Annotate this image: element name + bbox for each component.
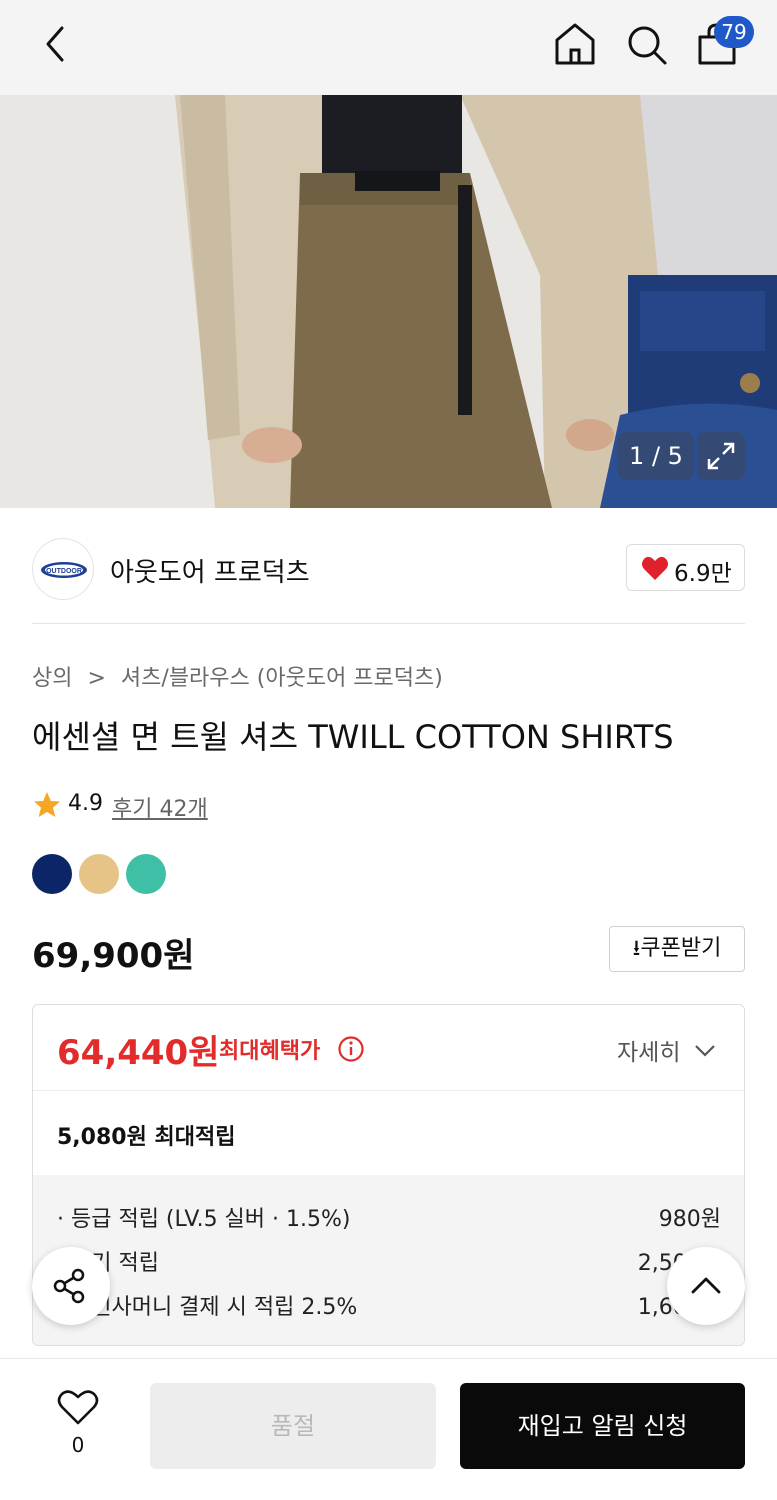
breadcrumb-separator: > — [87, 666, 106, 691]
chevron-up-icon — [691, 1277, 721, 1294]
rating-score: 4.9 — [68, 791, 103, 816]
points-row: · 등급 적립 (LV.5 실버 · 1.5%) 980원 — [57, 1201, 721, 1233]
benefit-header[interactable]: 64,440원 최대혜택가 자세히 — [33, 1005, 744, 1091]
top-app-bar: 79 — [0, 0, 777, 95]
brand-like-button[interactable]: 6.9만 — [626, 544, 745, 591]
heart-icon — [642, 556, 668, 580]
brand-row: OUTDOOR 아웃도어 프로덕츠 6.9만 — [0, 508, 777, 624]
coupon-button[interactable]: ⭳쿠폰받기 — [609, 926, 745, 972]
search-icon — [628, 26, 667, 65]
share-icon — [53, 1268, 85, 1304]
wishlist-button[interactable]: 0 — [50, 1385, 106, 1461]
cart-count-badge: 79 — [714, 16, 754, 48]
soldout-button[interactable]: 품절 — [150, 1383, 436, 1469]
breadcrumb-category[interactable]: 상의 — [32, 666, 72, 691]
color-swatch-beige[interactable] — [79, 854, 119, 894]
points-row-label: · 등급 적립 (LV.5 실버 · 1.5%) — [57, 1207, 351, 1232]
breadcrumb: 상의 > 셔츠/블라우스 (아웃도어 프로덕츠) — [32, 660, 443, 692]
brand-logo-text: OUTDOOR — [46, 568, 82, 575]
heart-outline-icon — [57, 1390, 99, 1425]
max-benefit-label: 최대혜택가 — [219, 1039, 321, 1064]
info-icon[interactable] — [337, 1035, 365, 1063]
star-icon — [34, 792, 60, 817]
color-swatch-mint[interactable] — [126, 854, 166, 894]
review-link[interactable]: 후기 42개 — [112, 791, 208, 823]
search-button[interactable] — [624, 20, 670, 68]
brand-name[interactable]: 아웃도어 프로덕츠 — [110, 552, 310, 589]
product-price: 69,900원 — [32, 936, 195, 976]
scroll-top-button[interactable] — [667, 1247, 745, 1325]
expand-icon — [707, 442, 735, 470]
brand-logo[interactable]: OUTDOOR — [32, 538, 94, 600]
back-arrow-icon — [46, 26, 64, 62]
share-button[interactable] — [32, 1247, 110, 1325]
detail-toggle-label[interactable]: 자세히 — [617, 1033, 680, 1067]
points-row-value: 980원 — [658, 1207, 721, 1232]
home-button[interactable] — [552, 20, 598, 68]
restock-alert-button[interactable]: 재입고 알림 신청 — [460, 1383, 745, 1469]
points-total: 5,080원 최대적립 — [57, 1125, 236, 1150]
bottom-action-bar: 0 품절 재입고 알림 신청 — [0, 1358, 777, 1500]
points-row: · 무신사머니 결제 시 적립 2.5% 1,600원 — [57, 1289, 721, 1321]
color-swatch-navy[interactable] — [32, 854, 72, 894]
wishlist-count: 0 — [71, 1433, 85, 1457]
back-button[interactable] — [34, 22, 78, 66]
breadcrumb-subcategory[interactable]: 셔츠/블라우스 (아웃도어 프로덕츠) — [121, 666, 443, 691]
home-icon — [555, 23, 595, 65]
outdoor-logo-icon: OUTDOOR — [41, 562, 87, 578]
divider — [32, 623, 745, 624]
brand-like-count: 6.9만 — [674, 561, 732, 587]
chevron-down-icon[interactable] — [693, 1038, 717, 1062]
product-title: 에센셜 면 트윌 셔츠 TWILL COTTON SHIRTS — [32, 718, 674, 756]
image-counter: 1 / 5 — [618, 432, 694, 480]
max-benefit-price: 64,440원 — [57, 1033, 220, 1073]
expand-button[interactable] — [697, 432, 745, 480]
points-row: · 후기 적립 2,500원 — [57, 1245, 721, 1277]
coupon-button-label: 쿠폰받기 — [640, 936, 722, 961]
points-breakdown: · 등급 적립 (LV.5 실버 · 1.5%) 980원 · 후기 적립 2,… — [33, 1175, 744, 1345]
benefit-box: 64,440원 최대혜택가 자세히 5,080원 최대적립 · 등급 적립 (L… — [32, 1004, 745, 1346]
